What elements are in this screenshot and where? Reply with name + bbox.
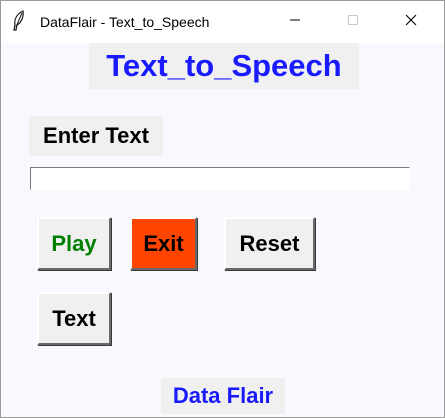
feather-icon (11, 10, 27, 32)
close-icon (405, 13, 417, 31)
minimize-icon (289, 13, 301, 31)
reset-button[interactable]: Reset (224, 217, 315, 270)
play-button[interactable]: Play (37, 217, 111, 270)
footer-brand: Data Flair (161, 378, 285, 414)
minimize-button[interactable] (272, 1, 318, 43)
maximize-icon (347, 13, 359, 31)
enter-text-label: Enter Text (29, 116, 163, 156)
title-bar[interactable]: DataFlair - Text_to_Speech (1, 1, 444, 43)
window-title: DataFlair - Text_to_Speech (40, 14, 210, 30)
page-title: Text_to_Speech (89, 43, 359, 89)
text-button[interactable]: Text (37, 292, 111, 345)
app-window: DataFlair - Text_to_Speech Text_to_Speec… (0, 0, 445, 418)
text-input[interactable] (30, 167, 410, 190)
maximize-button[interactable] (330, 1, 376, 43)
close-button[interactable] (388, 1, 434, 43)
exit-button[interactable]: Exit (130, 217, 197, 270)
